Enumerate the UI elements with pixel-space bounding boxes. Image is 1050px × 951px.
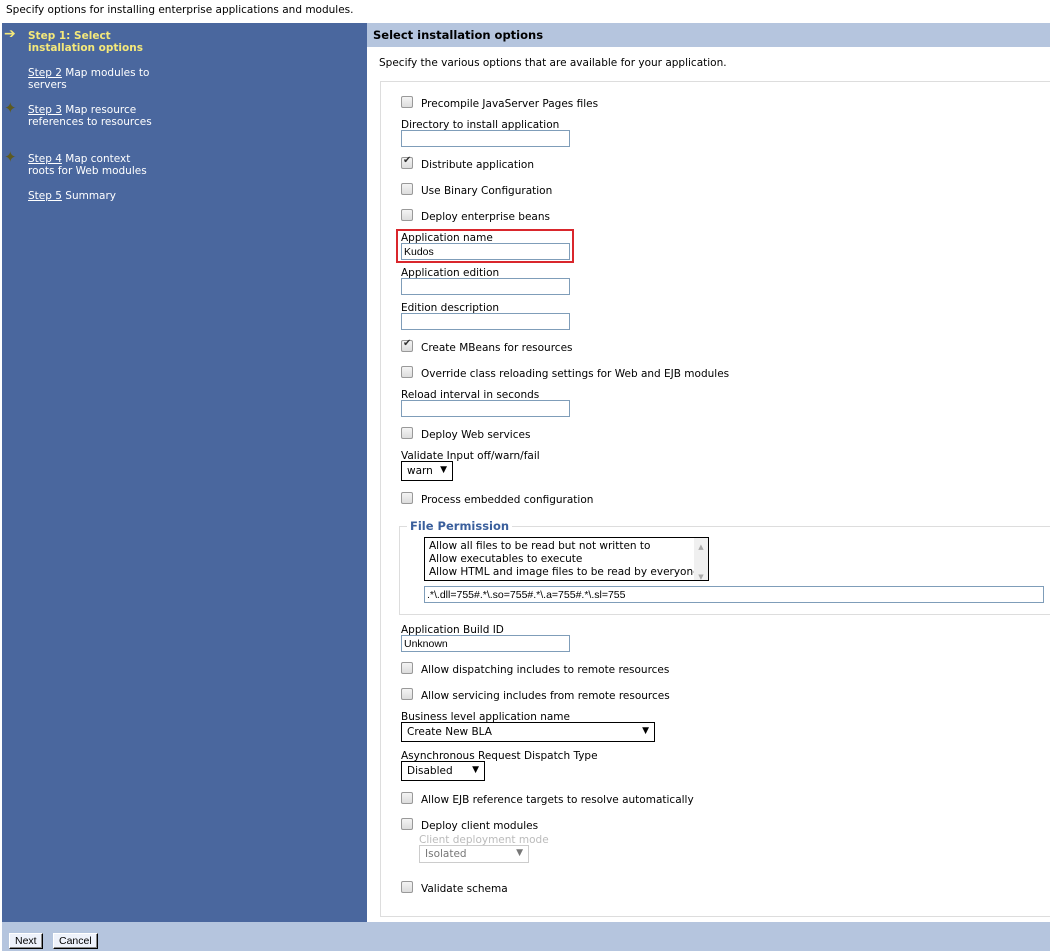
dropdown-arrow-icon: ▼ [472, 765, 479, 775]
validate-schema-label: Validate schema [421, 883, 508, 895]
precompile-label: Precompile JavaServer Pages files [421, 98, 599, 110]
mbeans-checkbox[interactable] [401, 338, 413, 352]
ejb-ref-label: Allow EJB reference targets to resolve a… [421, 794, 694, 806]
arrow-right-icon: ➔ [4, 26, 16, 42]
step-5-link[interactable]: Step 5 Summary [28, 190, 158, 202]
distribute-label: Distribute application [421, 159, 534, 171]
dispatching-label: Allow dispatching includes to remote res… [421, 664, 670, 676]
client-modules-label: Deploy client modules [421, 820, 539, 832]
cancel-button[interactable]: Cancel [53, 933, 98, 949]
step-1-current: Step 1: Select installation options [28, 30, 143, 54]
async-select[interactable]: Disabled ▼ [401, 761, 485, 781]
deploy-ws-checkbox[interactable] [401, 427, 413, 439]
ejb-ref-checkbox[interactable] [401, 792, 413, 804]
section-description: Specify the various options that are ava… [379, 57, 727, 69]
app-edition-input[interactable] [401, 278, 570, 295]
dropdown-arrow-icon: ▼ [516, 848, 523, 858]
client-mode-select: Isolated ▼ [419, 845, 529, 863]
file-permission-legend: File Permission [407, 519, 513, 533]
override-checkbox[interactable] [401, 366, 413, 378]
build-id-input[interactable] [401, 635, 570, 652]
next-button[interactable]: Next [9, 933, 43, 949]
listbox-scrollbar[interactable]: ▲ ▼ [694, 538, 708, 581]
process-embedded-label: Process embedded configuration [421, 494, 594, 506]
precompile-checkbox[interactable] [401, 96, 413, 108]
bla-select[interactable]: Create New BLA ▼ [401, 722, 655, 742]
file-permission-listbox[interactable]: Allow all files to be read but not writt… [424, 537, 709, 581]
required-diamond-icon: ✦ [4, 148, 17, 166]
dropdown-arrow-icon: ▼ [642, 726, 649, 736]
reload-input[interactable] [401, 400, 570, 417]
listbox-option[interactable]: Allow executables to execute [429, 553, 704, 566]
wizard-steps-sidebar: ➔ Step 1: Select installation options St… [2, 23, 367, 922]
step-4-link[interactable]: Step 4 Map context roots for Web modules [28, 153, 158, 177]
file-permission-input[interactable] [424, 586, 1044, 603]
listbox-option[interactable]: Allow all files to be read but not writt… [429, 540, 704, 553]
distribute-checkbox[interactable] [401, 155, 413, 169]
deploy-ws-label: Deploy Web services [421, 429, 531, 441]
deploy-ejb-checkbox[interactable] [401, 209, 413, 221]
step-3-link[interactable]: Step 3 Map resource references to resour… [28, 104, 158, 128]
deploy-ejb-label: Deploy enterprise beans [421, 211, 550, 223]
button-bar [2, 922, 1050, 951]
binary-config-label: Use Binary Configuration [421, 185, 553, 197]
required-diamond-icon: ✦ [4, 99, 17, 117]
step-2-link[interactable]: Step 2 Map modules to servers [28, 67, 158, 91]
app-name-input[interactable] [401, 243, 570, 260]
servicing-checkbox[interactable] [401, 688, 413, 700]
override-label: Override class reloading settings for We… [421, 368, 730, 380]
edition-desc-input[interactable] [401, 313, 570, 330]
directory-input[interactable] [401, 130, 570, 147]
dispatching-checkbox[interactable] [401, 662, 413, 674]
section-header: Select installation options [367, 23, 1050, 47]
process-embedded-checkbox[interactable] [401, 492, 413, 504]
client-modules-checkbox[interactable] [401, 818, 413, 830]
mbeans-label: Create MBeans for resources [421, 342, 573, 354]
binary-config-checkbox[interactable] [401, 183, 413, 195]
validate-select[interactable]: warn ▼ [401, 461, 453, 481]
dropdown-arrow-icon: ▼ [440, 465, 447, 475]
page-intro: Specify options for installing enterpris… [6, 4, 354, 16]
servicing-label: Allow servicing includes from remote res… [421, 690, 670, 702]
listbox-option[interactable]: Allow HTML and image files to be read by… [429, 566, 704, 579]
validate-schema-checkbox[interactable] [401, 881, 413, 893]
